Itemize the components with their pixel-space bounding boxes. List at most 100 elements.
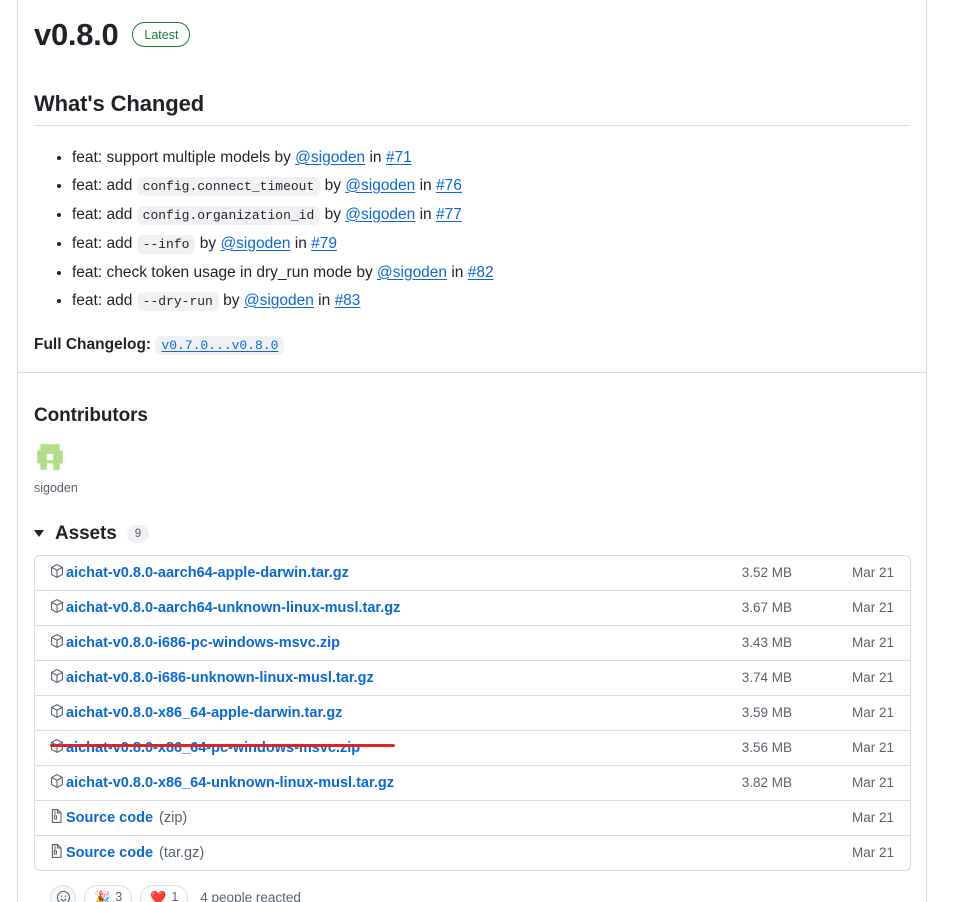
change-mid: by — [218, 291, 244, 309]
table-row[interactable]: aichat-v0.8.0-aarch64-unknown-linux-musl… — [35, 589, 910, 625]
full-changelog-link[interactable]: v0.7.0...v0.8.0 — [161, 338, 278, 353]
author-link[interactable]: @sigoden — [244, 292, 314, 309]
inline-code: config.organization_id — [136, 205, 321, 225]
list-item: feat: check token usage in dry_run mode … — [72, 259, 910, 287]
change-text: feat: support multiple models by — [72, 148, 296, 166]
assets-header[interactable]: Assets 9 — [34, 523, 910, 545]
package-icon — [49, 633, 65, 653]
asset-download-link[interactable]: aichat-v0.8.0-aarch64-apple-darwin.tar.g… — [66, 565, 349, 581]
change-in: in — [415, 205, 436, 223]
tada-icon: 🎉 — [94, 890, 111, 902]
asset-name-suffix: (tar.gz) — [159, 844, 205, 861]
asset-download-link[interactable]: aichat-v0.8.0-i686-unknown-linux-musl.ta… — [66, 670, 374, 686]
change-mid: by — [320, 205, 346, 223]
table-row[interactable]: aichat-v0.8.0-i686-unknown-linux-musl.ta… — [35, 659, 910, 695]
asset-name-cell: Source code (tar.gz) — [35, 834, 630, 870]
inline-code: config.connect_timeout — [136, 176, 321, 196]
asset-date: Mar 21 — [851, 565, 894, 581]
heart-icon: ❤️ — [150, 890, 167, 902]
asset-download-link[interactable]: aichat-v0.8.0-x86_64-apple-darwin.tar.gz — [66, 705, 342, 721]
table-row[interactable]: Source code (tar.gz) Mar 21 — [35, 834, 910, 870]
asset-size — [630, 834, 800, 870]
assets-count-badge: 9 — [126, 524, 150, 543]
avatar-svg — [34, 440, 66, 473]
list-item: feat: add --dry-run by @sigoden in #83 — [72, 287, 910, 316]
asset-size: 3.67 MB — [630, 589, 800, 625]
asset-date: Mar 21 — [800, 589, 910, 625]
release-title-row: v0.8.0 Latest — [34, 13, 910, 53]
change-in: in — [290, 234, 312, 252]
triangle-down-icon[interactable] — [34, 530, 44, 538]
smiley-plus-icon[interactable] — [50, 884, 76, 902]
asset-download-link[interactable]: aichat-v0.8.0-x86_64-pc-windows-msvc.zip — [66, 740, 360, 756]
change-text: feat: add — [72, 234, 137, 252]
asset-name-cell: Source code (zip) — [35, 799, 630, 835]
asset-date: Mar 21 — [800, 799, 910, 835]
inline-code: --info — [136, 234, 196, 254]
asset-size: 3.52 MB — [741, 565, 792, 581]
release-version-title: v0.8.0 — [34, 17, 119, 52]
full-changelog-line: Full Changelog: v0.7.0...v0.8.0 — [34, 335, 910, 355]
asset-size: 3.74 MB — [630, 659, 800, 695]
pr-link[interactable]: #71 — [386, 149, 412, 166]
table-row[interactable]: aichat-v0.8.0-aarch64-apple-darwin.tar.g… — [35, 556, 910, 590]
author-link[interactable]: @sigoden — [345, 177, 415, 194]
table-row[interactable]: aichat-v0.8.0-i686-pc-windows-msvc.zip 3… — [35, 624, 910, 660]
package-icon — [49, 738, 65, 758]
asset-date: Mar 21 — [800, 624, 910, 660]
identicon-avatar[interactable] — [34, 440, 66, 473]
contributors-list: sigoden — [34, 440, 910, 497]
table-row[interactable]: aichat-v0.8.0-x86_64-unknown-linux-musl.… — [35, 764, 910, 800]
asset-name-cell: aichat-v0.8.0-x86_64-pc-windows-msvc.zip — [35, 729, 630, 765]
asset-name-cell: aichat-v0.8.0-aarch64-unknown-linux-musl… — [35, 589, 630, 625]
pr-link[interactable]: #77 — [436, 206, 462, 223]
asset-download-link[interactable]: Source code — [66, 845, 153, 861]
contributors-assets-section: Contributors sigoden Assets 9 aichat-v0.… — [18, 373, 926, 902]
asset-name-cell: aichat-v0.8.0-i686-unknown-linux-musl.ta… — [35, 659, 630, 695]
heart-count: 1 — [171, 890, 179, 902]
heart-reaction[interactable]: ❤️ 1 — [140, 884, 189, 902]
reactions-summary: 4 people reacted — [200, 890, 301, 902]
pr-link[interactable]: #83 — [335, 292, 361, 309]
asset-name-cell: aichat-v0.8.0-i686-pc-windows-msvc.zip — [35, 624, 630, 660]
author-link[interactable]: @sigoden — [295, 149, 365, 166]
list-item: feat: add --info by @sigoden in #79 — [72, 230, 910, 259]
author-link[interactable]: @sigoden — [345, 206, 415, 223]
table-row[interactable]: aichat-v0.8.0-x86_64-apple-darwin.tar.gz… — [35, 694, 910, 730]
list-item: feat: add config.connect_timeout by @sig… — [72, 172, 910, 201]
latest-badge: Latest — [132, 22, 191, 48]
pr-link[interactable]: #82 — [468, 264, 494, 281]
asset-download-link[interactable]: aichat-v0.8.0-x86_64-unknown-linux-musl.… — [66, 775, 394, 791]
tada-reaction[interactable]: 🎉 3 — [84, 884, 133, 902]
asset-download-link[interactable]: Source code — [66, 810, 153, 826]
asset-size: 3.82 MB — [630, 764, 800, 800]
assets-label: Assets — [55, 522, 117, 544]
pr-link[interactable]: #76 — [436, 177, 462, 194]
asset-download-link[interactable]: aichat-v0.8.0-aarch64-unknown-linux-musl… — [66, 600, 400, 616]
change-in: in — [447, 263, 468, 281]
package-icon — [49, 563, 65, 583]
contributor-sigoden[interactable]: sigoden — [34, 440, 78, 495]
asset-date: Mar 21 — [800, 729, 910, 765]
author-link[interactable]: @sigoden — [377, 264, 447, 281]
package-icon — [49, 598, 65, 618]
change-text: feat: add — [72, 205, 137, 223]
pr-link[interactable]: #79 — [311, 235, 337, 252]
contributors-heading: Contributors — [34, 404, 148, 426]
reactions-bar: 🎉 3 ❤️ 1 4 people reacted — [34, 871, 910, 902]
list-item: feat: support multiple models by @sigode… — [72, 144, 910, 172]
change-in: in — [415, 176, 436, 194]
change-in: in — [313, 291, 335, 309]
change-text: feat: add — [72, 291, 137, 309]
file-zip-icon — [49, 808, 65, 828]
asset-name-cell: aichat-v0.8.0-aarch64-apple-darwin.tar.g… — [35, 556, 630, 590]
release-card: v0.8.0 Latest What's Changed feat: suppo… — [17, 0, 927, 902]
table-row-annotated[interactable]: aichat-v0.8.0-x86_64-pc-windows-msvc.zip… — [35, 729, 910, 765]
author-link[interactable]: @sigoden — [220, 235, 290, 252]
change-in: in — [365, 148, 386, 166]
asset-name-suffix: (zip) — [159, 809, 188, 826]
asset-download-link[interactable]: aichat-v0.8.0-i686-pc-windows-msvc.zip — [66, 635, 340, 651]
change-text: feat: add — [72, 176, 137, 194]
table-row[interactable]: Source code (zip) Mar 21 — [35, 799, 910, 835]
release-page: v0.8.0 Latest What's Changed feat: suppo… — [0, 0, 962, 902]
